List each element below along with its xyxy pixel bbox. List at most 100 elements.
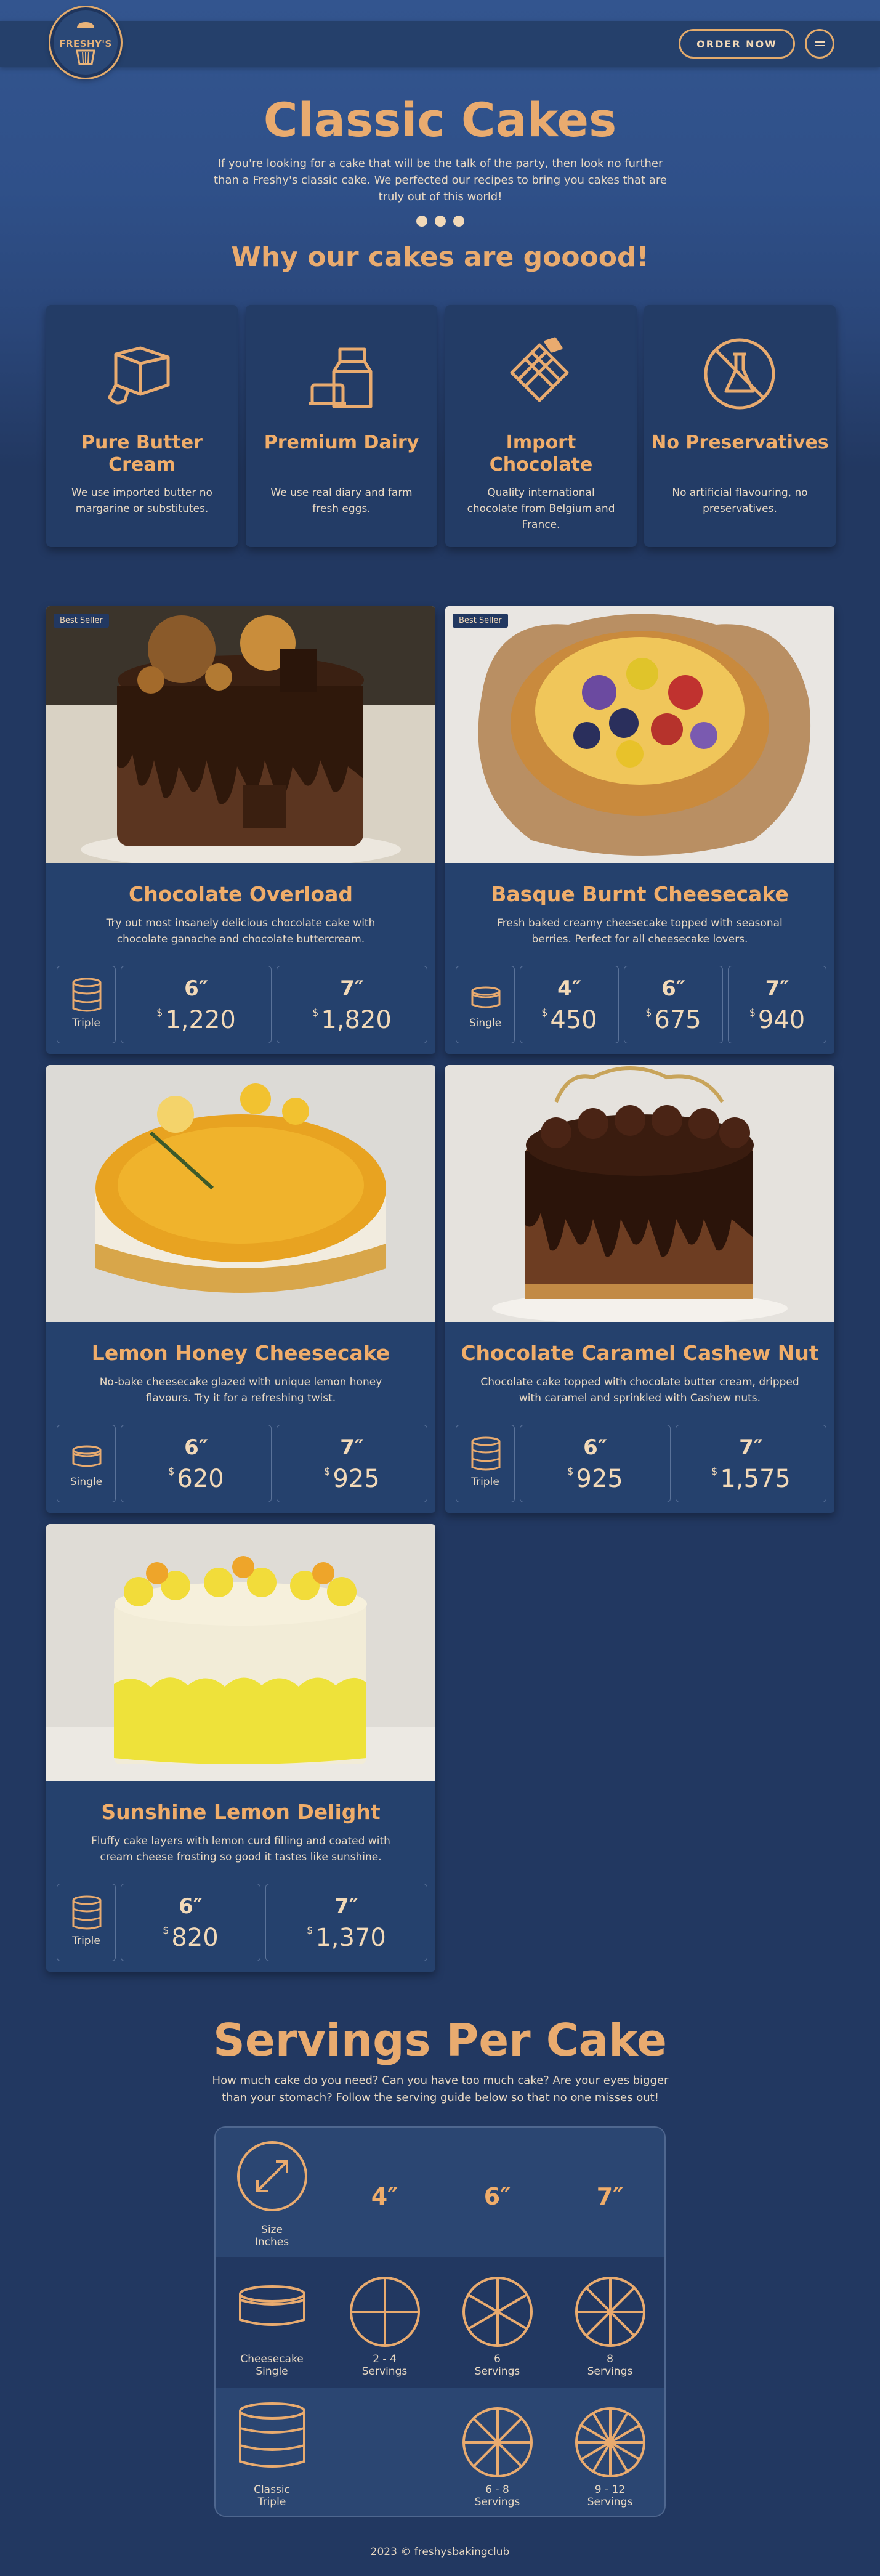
- servings-count: 6: [494, 2353, 501, 2365]
- cake-type: Triple: [456, 1425, 515, 1502]
- best-seller-badge: Best Seller: [453, 614, 508, 628]
- size-option[interactable]: 6″ $925: [520, 1425, 671, 1502]
- cake-card[interactable]: Best Seller Basque Burnt Cheesecake Fres…: [445, 606, 834, 1054]
- cake-title: Sunshine Lemon Delight: [101, 1800, 381, 1824]
- price: $620: [121, 1465, 271, 1493]
- no-preservatives-icon: [704, 338, 775, 410]
- size-label: 7″: [340, 1435, 364, 1460]
- feature-desc: No artificial flavouring, no preservativ…: [672, 487, 808, 515]
- best-seller-badge: Best Seller: [54, 614, 109, 628]
- size-option[interactable]: 7″ $1,370: [265, 1884, 427, 1961]
- cake-4-slices-icon: [350, 2277, 420, 2347]
- price: $925: [520, 1465, 670, 1493]
- servings-cell: 6 Servings: [441, 2257, 554, 2388]
- servings-cell: 9 - 12 Servings: [554, 2388, 664, 2516]
- cake-6-slices-icon: [462, 2277, 533, 2347]
- price-value: 675: [654, 1006, 701, 1034]
- triple-layer-cake-icon: [471, 1436, 501, 1471]
- cake-description: Try out most insanely delicious chocolat…: [106, 917, 376, 946]
- feature-card-butter: Pure Butter Cream We use imported butter…: [46, 305, 238, 547]
- cake-card[interactable]: Sunshine Lemon Delight Fluffy cake layer…: [46, 1524, 435, 1972]
- currency-symbol: $: [749, 1007, 756, 1018]
- row-label: Classic: [254, 2484, 290, 2496]
- size-option[interactable]: 6″ $820: [121, 1884, 260, 1961]
- feature-title: Pure Butter Cream: [81, 432, 203, 476]
- menu-button[interactable]: [805, 29, 834, 59]
- size-option[interactable]: 7″ $925: [277, 1425, 427, 1502]
- currency-symbol: $: [312, 1007, 319, 1018]
- size-option[interactable]: 6″ $675: [624, 966, 723, 1043]
- cake-type: Single: [456, 966, 515, 1043]
- price: $820: [121, 1924, 260, 1952]
- cake-card[interactable]: Chocolate Caramel Cashew Nut Chocolate c…: [445, 1065, 834, 1513]
- servings-unit: Servings: [361, 2365, 408, 2378]
- servings-cell: 6 - 8 Servings: [441, 2388, 554, 2516]
- cake-description: Fluffy cake layers with lemon curd filli…: [91, 1835, 390, 1863]
- price-value: 1,370: [315, 1924, 386, 1952]
- size-column-header: 4″: [328, 2128, 441, 2257]
- cake-type-label: Single: [469, 1017, 502, 1029]
- price-value: 620: [177, 1465, 224, 1493]
- logo[interactable]: FRESHY'S: [50, 7, 121, 78]
- servings-count: 6 - 8: [485, 2484, 509, 2496]
- servings-count: 8: [607, 2353, 613, 2365]
- size-header-cell: Size Inches: [216, 2128, 328, 2257]
- cake-type: Triple: [57, 1884, 116, 1961]
- size-label: 6″: [179, 1894, 203, 1919]
- size-column-header: 6″: [441, 2128, 554, 2257]
- triple-layer-cake-icon: [239, 2402, 305, 2468]
- size-option[interactable]: 7″ $940: [728, 966, 826, 1043]
- feature-card-dairy: Premium Dairy We use real diary and farm…: [246, 305, 437, 547]
- cake-type: Single: [57, 1425, 116, 1502]
- size-label: 4″: [557, 976, 581, 1001]
- cake-title: Basque Burnt Cheesecake: [491, 882, 789, 906]
- cake-image-lemon-honey-cheesecake: [46, 1065, 435, 1322]
- dot: [416, 216, 427, 227]
- cake-card[interactable]: Best Seller Chocolate Overload Try out m…: [46, 606, 435, 1054]
- servings-cell-empty: [328, 2388, 441, 2516]
- single-layer-cake-icon: [471, 986, 501, 1008]
- servings-unit: Servings: [587, 2365, 633, 2378]
- price-value: 940: [757, 1006, 805, 1034]
- size-label: 6″: [483, 2183, 511, 2210]
- cake-title: Chocolate Caramel Cashew Nut: [461, 1341, 819, 1365]
- why-heading: Why our cakes are gooood!: [231, 241, 649, 273]
- size-option[interactable]: 7″ $1,820: [277, 966, 427, 1043]
- chocolate-icon: [510, 337, 569, 402]
- servings-header-row: Size Inches 4″ 6″ 7″: [216, 2128, 664, 2257]
- feature-title: Import Chocolate: [489, 432, 593, 476]
- cake-card[interactable]: Lemon Honey Cheesecake No-bake cheesecak…: [46, 1065, 435, 1513]
- hamburger-icon: [815, 41, 825, 46]
- size-option[interactable]: 7″ $1,575: [676, 1425, 826, 1502]
- price-value: 450: [550, 1006, 597, 1034]
- price: $1,820: [277, 1006, 427, 1034]
- price-value: 1,220: [165, 1006, 236, 1034]
- currency-symbol: $: [645, 1007, 652, 1018]
- order-now-button[interactable]: ORDER NOW: [679, 29, 795, 59]
- currency-symbol: $: [163, 1924, 169, 1936]
- dot: [453, 216, 464, 227]
- page-title: Classic Cakes: [263, 92, 617, 147]
- price: $1,575: [676, 1465, 826, 1493]
- size-label: 7″: [765, 976, 789, 1001]
- price: $675: [624, 1006, 722, 1034]
- servings-cell: 2 - 4 Servings: [328, 2257, 441, 2388]
- butter-icon: [108, 346, 170, 405]
- size-option[interactable]: 4″ $450: [520, 966, 619, 1043]
- servings-unit: Servings: [474, 2496, 520, 2508]
- price-value: 925: [576, 1465, 623, 1493]
- cupcake-base-icon: [76, 49, 95, 65]
- servings-row-single: Cheesecake Single 2 - 4 Servings 6 Servi…: [216, 2257, 664, 2388]
- cake-description: Chocolate cake topped with chocolate but…: [480, 1376, 799, 1404]
- servings-unit: Servings: [474, 2365, 520, 2378]
- triple-layer-cake-icon: [72, 1895, 102, 1930]
- currency-symbol: $: [324, 1465, 331, 1477]
- price: $1,370: [266, 1924, 427, 1952]
- size-option[interactable]: 6″ $1,220: [121, 966, 272, 1043]
- servings-count: 2 - 4: [373, 2353, 397, 2365]
- size-label: 7″: [334, 1894, 358, 1919]
- hero-description: If you're looking for a cake that will b…: [214, 157, 667, 203]
- size-option[interactable]: 6″ $620: [121, 1425, 272, 1502]
- feature-card-chocolate: Import Chocolate Quality international c…: [445, 305, 637, 547]
- cake-image-chocolate-overload: [46, 606, 435, 863]
